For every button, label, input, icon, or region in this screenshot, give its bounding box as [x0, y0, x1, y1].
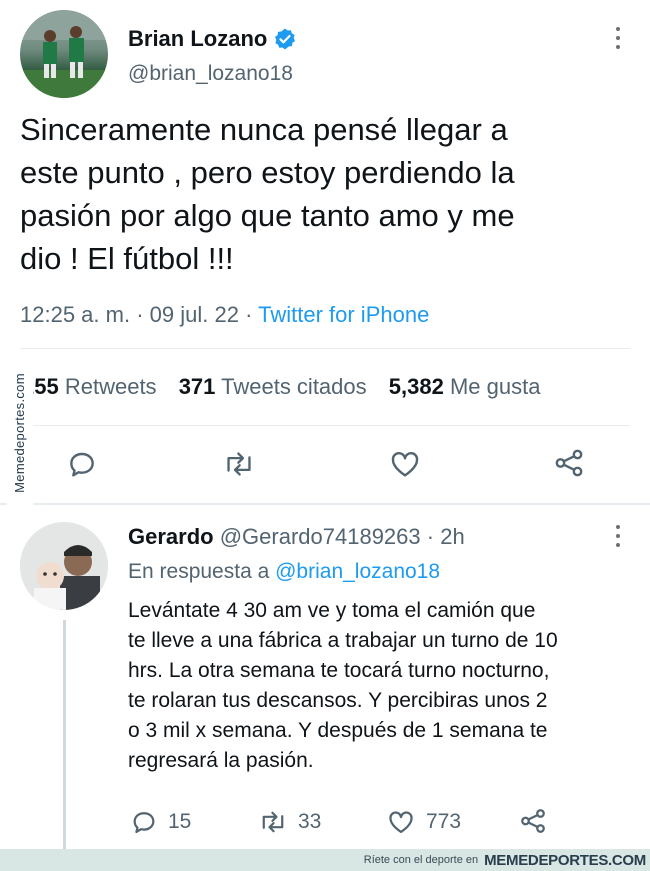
- quotes-label: Tweets citados: [221, 374, 367, 399]
- share-icon[interactable]: [552, 446, 586, 480]
- retweet-icon[interactable]: [222, 448, 256, 480]
- reply-text-line: o 3 mil x semana. Y después de 1 semana …: [128, 719, 548, 742]
- reply-icon[interactable]: [66, 448, 98, 480]
- more-options-icon[interactable]: [615, 27, 621, 49]
- author-name[interactable]: Brian Lozano: [128, 26, 267, 52]
- reply-text-line: hrs. La otra semana te tocará turno noct…: [128, 659, 550, 682]
- retweet-icon: [258, 808, 288, 836]
- reply-text-line: Levántate 4 30 am ve y toma el camión qu…: [128, 599, 536, 622]
- like-count: 773: [426, 810, 462, 833]
- reply-text-line: regresará la pasión.: [128, 749, 314, 772]
- reply-author-avatar[interactable]: [20, 522, 108, 610]
- avatar-photo: [20, 10, 108, 98]
- meta-separator: ·: [136, 302, 144, 327]
- retweet-count: 33: [298, 810, 322, 833]
- author-avatar[interactable]: [20, 10, 108, 98]
- tweet-stats: 255 Retweets 371 Tweets citados 5,382 Me…: [22, 374, 540, 400]
- reply-author-name[interactable]: Gerardo: [128, 524, 214, 549]
- reply-text-line: te rolaran tus descansos. Y percibiras u…: [128, 689, 548, 712]
- thread-connector-line: [63, 620, 66, 850]
- avatar-photo: [20, 522, 108, 610]
- like-icon: [386, 808, 416, 836]
- reply-like-button[interactable]: 773: [386, 808, 461, 836]
- meta-separator: ·: [245, 302, 253, 327]
- reply-text-line: te lleve a una fábrica a trabajar un tur…: [128, 629, 558, 652]
- tweet-date[interactable]: 09 jul. 22: [150, 302, 239, 327]
- quotes-stat[interactable]: 371 Tweets citados: [179, 374, 373, 399]
- quotes-count: 371: [178, 374, 216, 399]
- footer-brand: MEMEDEPORTES.COM: [484, 851, 646, 869]
- replying-to-prefix: En respuesta a: [128, 560, 270, 583]
- reply-icon: [130, 808, 158, 836]
- reply-text: Levántate 4 30 am ve y toma el camión qu…: [128, 596, 638, 776]
- verified-badge-icon: [273, 27, 297, 51]
- side-watermark: Memedeportes.com: [7, 353, 33, 513]
- divider: [20, 348, 630, 349]
- tweet-text-line: Sinceramente nunca pensé llegar a: [20, 112, 508, 147]
- tweet-text: Sinceramente nunca pensé llegar a este p…: [20, 108, 630, 280]
- reply-count: 15: [168, 810, 192, 833]
- like-icon[interactable]: [388, 448, 422, 480]
- likes-count: 5,382: [388, 374, 444, 399]
- tweet-text-line: dio ! El fútbol !!!: [20, 241, 234, 276]
- divider: [20, 425, 630, 426]
- divider: [0, 503, 650, 505]
- retweets-stat[interactable]: 255 Retweets: [22, 374, 163, 399]
- likes-label: Me gusta: [449, 374, 541, 399]
- tweet-source-link[interactable]: Twitter for iPhone: [258, 302, 429, 327]
- footer-watermark: Ríete con el deporte en MEMEDEPORTES.COM: [0, 849, 650, 871]
- reply-age[interactable]: · 2h: [427, 524, 465, 549]
- footer-tagline: Ríete con el deporte en: [363, 854, 479, 866]
- reply-more-options-icon[interactable]: [615, 525, 621, 547]
- replying-to: En respuesta a @brian_lozano18: [128, 560, 440, 584]
- reply-retweet-button[interactable]: 33: [258, 808, 321, 836]
- tweet-text-line: pasión por algo que tanto amo y me: [20, 198, 515, 233]
- reply-share-icon[interactable]: [518, 806, 548, 836]
- tweet-meta: 12:25 a. m. · 09 jul. 22 · Twitter for i…: [20, 302, 429, 328]
- retweets-label: Retweets: [64, 374, 157, 399]
- tweet-time[interactable]: 12:25 a. m.: [20, 302, 130, 327]
- likes-stat[interactable]: 5,382 Me gusta: [389, 374, 541, 399]
- tweet-text-line: este punto , pero estoy perdiendo la: [20, 155, 515, 190]
- author-handle[interactable]: @brian_lozano18: [128, 62, 293, 86]
- reply-author-handle[interactable]: @Gerardo74189263: [220, 524, 421, 549]
- replying-to-handle[interactable]: @brian_lozano18: [275, 560, 440, 583]
- reply-reply-button[interactable]: 15: [130, 808, 191, 836]
